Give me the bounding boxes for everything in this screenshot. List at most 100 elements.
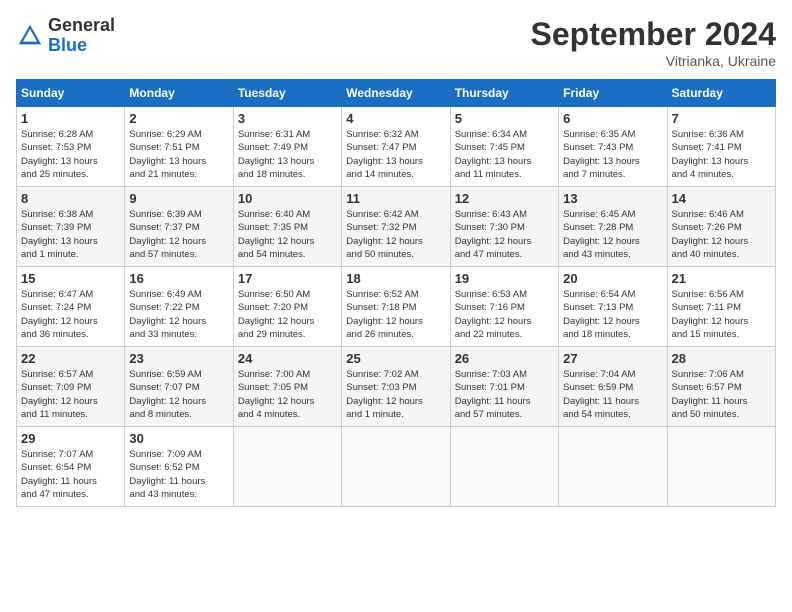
calendar-cell: 28 Sunrise: 7:06 AM Sunset: 6:57 PM Dayli… — [667, 347, 775, 427]
day-number: 17 — [238, 271, 337, 286]
day-info: Sunrise: 6:43 AM Sunset: 7:30 PM Dayligh… — [455, 208, 554, 261]
calendar-week-row: 1 Sunrise: 6:28 AM Sunset: 7:53 PM Daylig… — [17, 107, 776, 187]
calendar-cell: 10 Sunrise: 6:40 AM Sunset: 7:35 PM Dayli… — [233, 187, 341, 267]
day-number: 24 — [238, 351, 337, 366]
calendar-day-header: Tuesday — [233, 80, 341, 107]
calendar-cell: 25 Sunrise: 7:02 AM Sunset: 7:03 PM Dayli… — [342, 347, 450, 427]
day-info: Sunrise: 7:09 AM Sunset: 6:52 PM Dayligh… — [129, 448, 228, 501]
calendar-cell: 7 Sunrise: 6:36 AM Sunset: 7:41 PM Daylig… — [667, 107, 775, 187]
page-header: General Blue September 2024 Vitrianka, U… — [16, 16, 776, 69]
calendar-cell: 8Sunrise: 6:38 AM Sunset: 7:39 PM Daylig… — [17, 187, 125, 267]
day-info: Sunrise: 6:35 AM Sunset: 7:43 PM Dayligh… — [563, 128, 662, 181]
day-info: Sunrise: 7:07 AM Sunset: 6:54 PM Dayligh… — [21, 448, 120, 501]
day-info: Sunrise: 7:04 AM Sunset: 6:59 PM Dayligh… — [563, 368, 662, 421]
calendar-cell: 16 Sunrise: 6:49 AM Sunset: 7:22 PM Dayli… — [125, 267, 233, 347]
day-number: 5 — [455, 111, 554, 126]
calendar-cell — [450, 427, 558, 507]
title-section: September 2024 Vitrianka, Ukraine — [531, 16, 776, 69]
day-number: 18 — [346, 271, 445, 286]
calendar-cell: 23Sunrise: 6:59 AM Sunset: 7:07 PM Dayli… — [125, 347, 233, 427]
calendar-header-row: SundayMondayTuesdayWednesdayThursdayFrid… — [17, 80, 776, 107]
day-number: 28 — [672, 351, 771, 366]
day-info: Sunrise: 6:54 AM Sunset: 7:13 PM Dayligh… — [563, 288, 662, 341]
calendar-cell — [342, 427, 450, 507]
day-number: 11 — [346, 191, 445, 206]
calendar-week-row: 15 Sunrise: 6:47 AM Sunset: 7:24 PM Dayli… — [17, 267, 776, 347]
day-info: Sunrise: 6:47 AM Sunset: 7:24 PM Dayligh… — [21, 288, 120, 341]
calendar-cell: 4 Sunrise: 6:32 AM Sunset: 7:47 PM Daylig… — [342, 107, 450, 187]
calendar-cell — [667, 427, 775, 507]
day-number: 19 — [455, 271, 554, 286]
day-info: Sunrise: 6:59 AM Sunset: 7:07 PM Dayligh… — [129, 368, 228, 421]
calendar-cell: 17Sunrise: 6:50 AM Sunset: 7:20 PM Dayli… — [233, 267, 341, 347]
day-number: 16 — [129, 271, 228, 286]
day-number: 9 — [129, 191, 228, 206]
calendar-cell: 9Sunrise: 6:39 AM Sunset: 7:37 PM Daylig… — [125, 187, 233, 267]
calendar-cell: 27 Sunrise: 7:04 AM Sunset: 6:59 PM Dayli… — [559, 347, 667, 427]
calendar-cell: 11Sunrise: 6:42 AM Sunset: 7:32 PM Dayli… — [342, 187, 450, 267]
logo-icon — [16, 22, 44, 50]
day-number: 27 — [563, 351, 662, 366]
day-info: Sunrise: 7:02 AM Sunset: 7:03 PM Dayligh… — [346, 368, 445, 421]
day-number: 3 — [238, 111, 337, 126]
calendar-cell: 3Sunrise: 6:31 AM Sunset: 7:49 PM Daylig… — [233, 107, 341, 187]
calendar-cell: 1 Sunrise: 6:28 AM Sunset: 7:53 PM Daylig… — [17, 107, 125, 187]
day-info: Sunrise: 6:40 AM Sunset: 7:35 PM Dayligh… — [238, 208, 337, 261]
day-info: Sunrise: 7:03 AM Sunset: 7:01 PM Dayligh… — [455, 368, 554, 421]
day-number: 1 — [21, 111, 120, 126]
calendar-cell: 15 Sunrise: 6:47 AM Sunset: 7:24 PM Dayli… — [17, 267, 125, 347]
day-number: 10 — [238, 191, 337, 206]
calendar-cell: 6 Sunrise: 6:35 AM Sunset: 7:43 PM Daylig… — [559, 107, 667, 187]
calendar-week-row: 29 Sunrise: 7:07 AM Sunset: 6:54 PM Dayli… — [17, 427, 776, 507]
calendar-week-row: 8Sunrise: 6:38 AM Sunset: 7:39 PM Daylig… — [17, 187, 776, 267]
day-number: 13 — [563, 191, 662, 206]
calendar-cell — [559, 427, 667, 507]
day-number: 14 — [672, 191, 771, 206]
day-number: 12 — [455, 191, 554, 206]
day-info: Sunrise: 6:53 AM Sunset: 7:16 PM Dayligh… — [455, 288, 554, 341]
day-number: 4 — [346, 111, 445, 126]
logo-text: General Blue — [48, 16, 115, 56]
day-number: 26 — [455, 351, 554, 366]
day-info: Sunrise: 6:57 AM Sunset: 7:09 PM Dayligh… — [21, 368, 120, 421]
month-title: September 2024 — [531, 16, 776, 53]
calendar-week-row: 22Sunrise: 6:57 AM Sunset: 7:09 PM Dayli… — [17, 347, 776, 427]
calendar-cell: 21 Sunrise: 6:56 AM Sunset: 7:11 PM Dayli… — [667, 267, 775, 347]
day-number: 21 — [672, 271, 771, 286]
day-number: 29 — [21, 431, 120, 446]
day-info: Sunrise: 6:28 AM Sunset: 7:53 PM Dayligh… — [21, 128, 120, 181]
day-info: Sunrise: 6:36 AM Sunset: 7:41 PM Dayligh… — [672, 128, 771, 181]
day-info: Sunrise: 6:32 AM Sunset: 7:47 PM Dayligh… — [346, 128, 445, 181]
day-number: 25 — [346, 351, 445, 366]
day-number: 7 — [672, 111, 771, 126]
day-info: Sunrise: 7:06 AM Sunset: 6:57 PM Dayligh… — [672, 368, 771, 421]
calendar-cell: 24Sunrise: 7:00 AM Sunset: 7:05 PM Dayli… — [233, 347, 341, 427]
logo: General Blue — [16, 16, 115, 56]
calendar-cell: 12 Sunrise: 6:43 AM Sunset: 7:30 PM Dayli… — [450, 187, 558, 267]
calendar-cell: 30 Sunrise: 7:09 AM Sunset: 6:52 PM Dayli… — [125, 427, 233, 507]
day-info: Sunrise: 6:49 AM Sunset: 7:22 PM Dayligh… — [129, 288, 228, 341]
location: Vitrianka, Ukraine — [531, 53, 776, 69]
calendar-cell: 5Sunrise: 6:34 AM Sunset: 7:45 PM Daylig… — [450, 107, 558, 187]
calendar-cell: 19 Sunrise: 6:53 AM Sunset: 7:16 PM Dayli… — [450, 267, 558, 347]
calendar-day-header: Friday — [559, 80, 667, 107]
calendar-cell: 20 Sunrise: 6:54 AM Sunset: 7:13 PM Dayli… — [559, 267, 667, 347]
calendar-body: 1 Sunrise: 6:28 AM Sunset: 7:53 PM Daylig… — [17, 107, 776, 507]
day-number: 2 — [129, 111, 228, 126]
day-info: Sunrise: 6:29 AM Sunset: 7:51 PM Dayligh… — [129, 128, 228, 181]
calendar-day-header: Sunday — [17, 80, 125, 107]
calendar-cell — [233, 427, 341, 507]
calendar-cell: 18 Sunrise: 6:52 AM Sunset: 7:18 PM Dayli… — [342, 267, 450, 347]
day-number: 8 — [21, 191, 120, 206]
calendar-day-header: Wednesday — [342, 80, 450, 107]
day-number: 20 — [563, 271, 662, 286]
calendar-table: SundayMondayTuesdayWednesdayThursdayFrid… — [16, 79, 776, 507]
day-info: Sunrise: 6:52 AM Sunset: 7:18 PM Dayligh… — [346, 288, 445, 341]
calendar-day-header: Monday — [125, 80, 233, 107]
day-number: 30 — [129, 431, 228, 446]
day-number: 6 — [563, 111, 662, 126]
calendar-day-header: Saturday — [667, 80, 775, 107]
day-number: 15 — [21, 271, 120, 286]
day-info: Sunrise: 6:56 AM Sunset: 7:11 PM Dayligh… — [672, 288, 771, 341]
logo-blue: Blue — [48, 36, 115, 56]
